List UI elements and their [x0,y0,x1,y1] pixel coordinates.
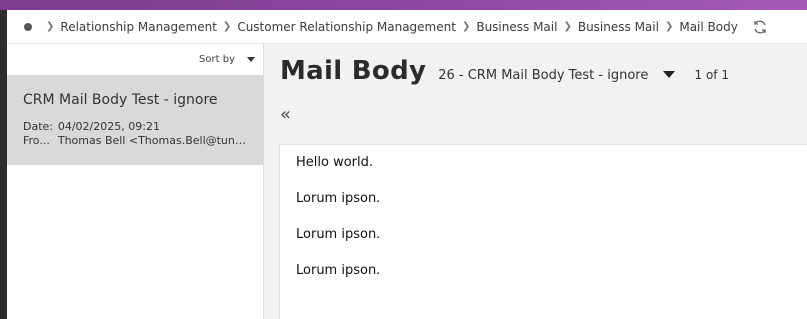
mail-detail: Mail Body 26 - CRM Mail Body Test - igno… [264,44,807,319]
caret-down-icon [662,71,675,78]
top-accent-bar [0,0,807,10]
body-line: Hello world. [296,155,374,170]
mail-body-panel: Hello world. Lorum ipson. Lorum ipson. L… [279,144,807,319]
chevron-right-icon: ❯ [664,21,674,32]
list-item[interactable]: CRM Mail Body Test - ignore Date: 04/02/… [7,75,263,165]
sort-label: Sort by [199,54,235,65]
chevron-right-icon: ❯ [46,21,55,32]
collapse-panel-icon[interactable]: « [280,104,291,125]
date-label: Date: [23,120,53,133]
left-nav-strip [0,10,7,319]
chevron-down-icon [247,57,255,62]
home-dot-icon[interactable] [24,22,32,31]
date-value: 04/02/2025, 09:21 [57,120,160,133]
body-line: Lorum ipson. [296,227,381,242]
sort-control[interactable]: Sort by [7,44,263,75]
refresh-icon[interactable] [752,19,768,35]
body-line: Lorum ipson. [296,191,381,206]
chevron-right-icon: ❯ [222,21,232,32]
page-title: Mail Body [280,56,427,86]
chevron-right-icon: ❯ [461,21,471,32]
app-area: ❯ Relationship Management ❯ Customer Rel… [7,10,807,319]
from-value: Thomas Bell <Thomas.Bell@tunsta... [57,134,247,147]
mail-subject: CRM Mail Body Test - ignore [23,92,218,108]
record-selector[interactable]: 26 - CRM Mail Body Test - ignore [438,68,675,83]
breadcrumb-current: Mail Body [679,19,738,34]
chevron-right-icon: ❯ [563,21,572,32]
breadcrumb: ❯ Relationship Management ❯ Customer Rel… [7,10,807,44]
breadcrumb-item[interactable]: Business Mail [578,20,659,34]
breadcrumb-item[interactable]: Relationship Management [60,20,217,34]
record-count: 1 of 1 [694,68,729,82]
breadcrumb-item[interactable]: Customer Relationship Management [237,20,456,34]
record-label: 26 - CRM Mail Body Test - ignore [438,68,649,83]
body-line: Lorum ipson. [296,263,381,278]
from-label: Fro... [23,134,50,147]
breadcrumb-item[interactable]: Business Mail [476,20,557,34]
mail-list-panel: Sort by CRM Mail Body Test - ignore Date… [7,44,264,319]
